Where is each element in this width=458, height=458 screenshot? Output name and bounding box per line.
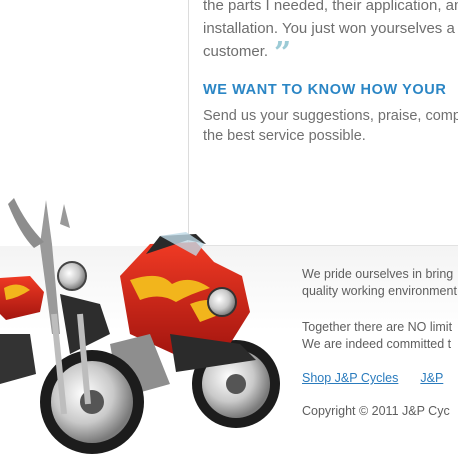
jp-link[interactable]: J&P bbox=[420, 371, 443, 385]
close-quote-icon: ” bbox=[274, 36, 291, 71]
footer-line: quality working environment bbox=[302, 284, 457, 298]
feedback-text: Send us your suggestions, praise, compl … bbox=[203, 106, 458, 146]
motorcycles-image bbox=[0, 198, 280, 454]
testimonial-line: installation. You just won yourselves a … bbox=[203, 20, 458, 37]
footer-links: Shop J&P Cycles J&P bbox=[302, 370, 458, 387]
footer-paragraph-commitment: Together there are NO limit We are indee… bbox=[302, 319, 452, 353]
shop-jp-cycles-link[interactable]: Shop J&P Cycles bbox=[302, 371, 398, 385]
footer-line: We are indeed committed t bbox=[302, 337, 452, 351]
feedback-heading: WE WANT TO KNOW HOW YOUR bbox=[203, 82, 447, 98]
footer-line: We pride ourselves in bring bbox=[302, 267, 454, 281]
testimonial-line-text: customer. bbox=[203, 43, 269, 60]
footer-paragraph-mission: We pride ourselves in bring quality work… bbox=[302, 266, 457, 300]
testimonial-line: the parts I needed, their application, a… bbox=[203, 0, 458, 14]
footer-line: Together there are NO limit bbox=[302, 320, 453, 334]
testimonial-quote: the parts I needed, their application, a… bbox=[203, 0, 458, 71]
motorcycle-front bbox=[0, 198, 144, 454]
testimonial-line: customer. ” bbox=[203, 36, 458, 71]
feedback-line: the best service possible. bbox=[203, 128, 366, 144]
copyright: Copyright © 2011 J&P Cyc bbox=[302, 404, 450, 418]
feedback-line: Send us your suggestions, praise, compl bbox=[203, 108, 458, 124]
